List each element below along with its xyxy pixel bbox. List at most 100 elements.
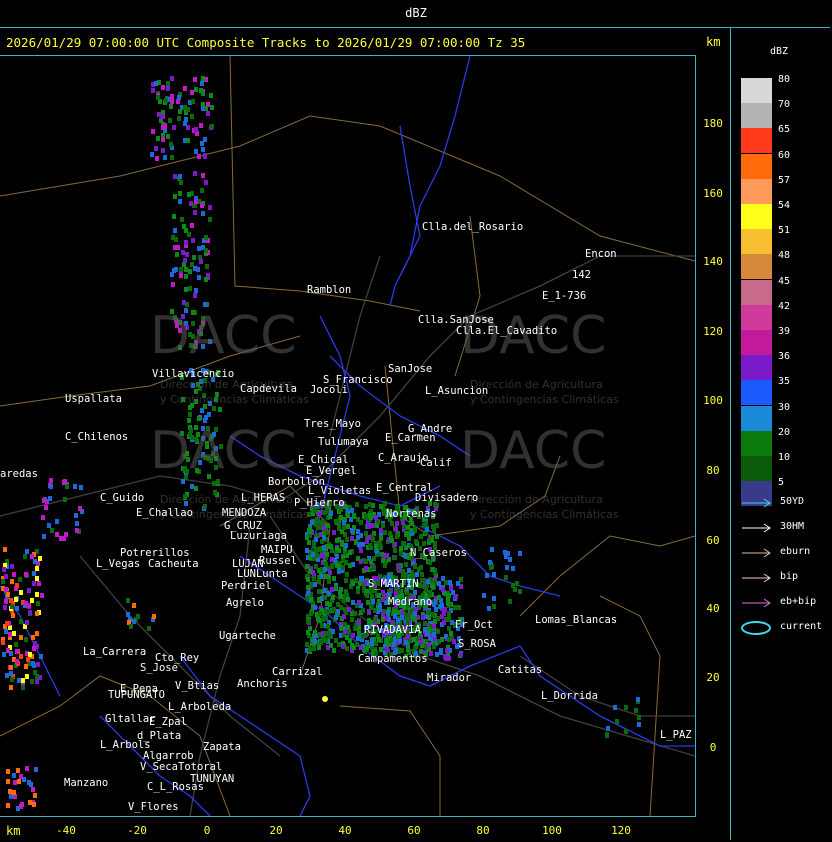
echo-pixel (339, 515, 343, 520)
echo-pixel (44, 505, 48, 510)
radar-map[interactable]: DACC Dirección de Agricultura y Continge… (0, 55, 696, 817)
echo-pixel (37, 581, 41, 586)
echo-pixel (188, 286, 192, 291)
echo-pixel (10, 579, 14, 584)
legend-color-swatch (741, 128, 772, 154)
place-label: Agrelo (226, 597, 264, 609)
echo-pixel (132, 603, 136, 608)
echo-pixel (177, 95, 181, 100)
echo-pixel (342, 520, 346, 525)
echo-pixel (358, 581, 362, 586)
echo-pixel (42, 498, 46, 503)
echo-pixel (492, 572, 496, 577)
echo-pixel (12, 572, 16, 577)
echo-pixel (323, 588, 327, 593)
watermark-logo-3: DACC (150, 421, 297, 481)
echo-pixel (329, 643, 333, 648)
echo-pixel (359, 533, 363, 538)
place-label: N_Caseros (410, 547, 467, 559)
x-tick-label: 20 (269, 824, 283, 837)
echo-pixel (308, 569, 312, 574)
track-legend-label: bip (780, 571, 799, 582)
echo-pixel (441, 587, 445, 592)
echo-pixel (341, 644, 345, 649)
echo-pixel (317, 589, 321, 594)
legend-bin-label: 57 (778, 174, 791, 186)
echo-pixel (200, 203, 204, 208)
place-label: Medrano (388, 596, 433, 608)
echo-pixel (179, 273, 183, 278)
echo-pixel (150, 152, 154, 157)
echo-pixel (190, 114, 194, 119)
watermark-line2-4: y Contingencias Climáticas (470, 508, 619, 521)
echo-pixel (316, 617, 320, 622)
echo-pixel (445, 648, 449, 653)
echo-pixel (431, 567, 435, 572)
echo-pixel (432, 624, 436, 629)
legend-bin-label: 54 (778, 200, 791, 211)
y-tick-label: 40 (706, 602, 720, 615)
echo-pixel (320, 623, 324, 628)
echo-pixel (334, 615, 338, 620)
echo-pixel (161, 85, 165, 90)
echo-pixel (430, 538, 434, 543)
echo-pixel (154, 81, 158, 86)
echo-pixel (185, 252, 189, 257)
echo-pixel (184, 287, 188, 292)
echo-pixel (199, 259, 203, 264)
echo-pixel (193, 266, 197, 271)
echo-pixel (305, 548, 309, 553)
echo-pixel (183, 105, 187, 110)
echo-pixel (192, 255, 196, 260)
echo-pixel (409, 609, 413, 614)
place-label: 142 (572, 269, 591, 281)
echo-pixel (370, 641, 374, 646)
echo-pixel (55, 519, 59, 524)
place-label: Tulumaya (318, 436, 369, 448)
echo-pixel (200, 188, 204, 193)
echo-pixel (342, 525, 346, 530)
place-label: P_Hierro (294, 497, 345, 509)
echo-pixel (325, 544, 329, 549)
echo-pixel (487, 606, 491, 611)
track-arrow-icon (742, 548, 771, 558)
echo-pixel (613, 705, 617, 710)
echo-pixel (34, 767, 38, 772)
echo-pixel (190, 90, 194, 95)
echo-pixel (431, 524, 435, 529)
place-label: Anchoris (237, 678, 288, 690)
place-label: Campamentos (358, 653, 428, 665)
echo-pixel (173, 194, 177, 199)
echo-pixel (193, 293, 197, 298)
echo-pixel (442, 611, 446, 616)
echo-pixel (1, 579, 5, 584)
x-tick-label: 40 (338, 824, 352, 837)
echo-pixel (48, 496, 52, 501)
echo-pixel (350, 617, 354, 622)
place-label: Encon (585, 248, 617, 260)
echo-pixel (3, 605, 7, 610)
echo-pixel (170, 76, 174, 81)
echo-pixel (409, 528, 413, 533)
echo-pixel (357, 600, 361, 605)
echo-pixel (15, 583, 19, 588)
echo-pixel (400, 615, 404, 620)
echo-pixel (330, 587, 334, 592)
watermark-line1-4: Dirección de Agricultura (470, 493, 603, 506)
echo-pixel (606, 726, 610, 731)
echo-pixel (439, 650, 443, 655)
echo-pixel (40, 593, 44, 598)
echo-pixel (4, 629, 8, 634)
echo-pixel (201, 147, 205, 152)
echo-pixel (178, 199, 182, 204)
echo-pixel (419, 640, 423, 645)
echo-pixel (173, 174, 177, 179)
echo-pixel (169, 142, 173, 147)
echo-pixel (49, 478, 53, 483)
echo-pixel (59, 536, 63, 541)
echo-pixel (19, 804, 23, 809)
x-axis-unit: km (6, 824, 21, 838)
echo-pixel (332, 576, 336, 581)
echo-pixel (360, 576, 364, 581)
place-label: Capdevila (240, 383, 297, 395)
